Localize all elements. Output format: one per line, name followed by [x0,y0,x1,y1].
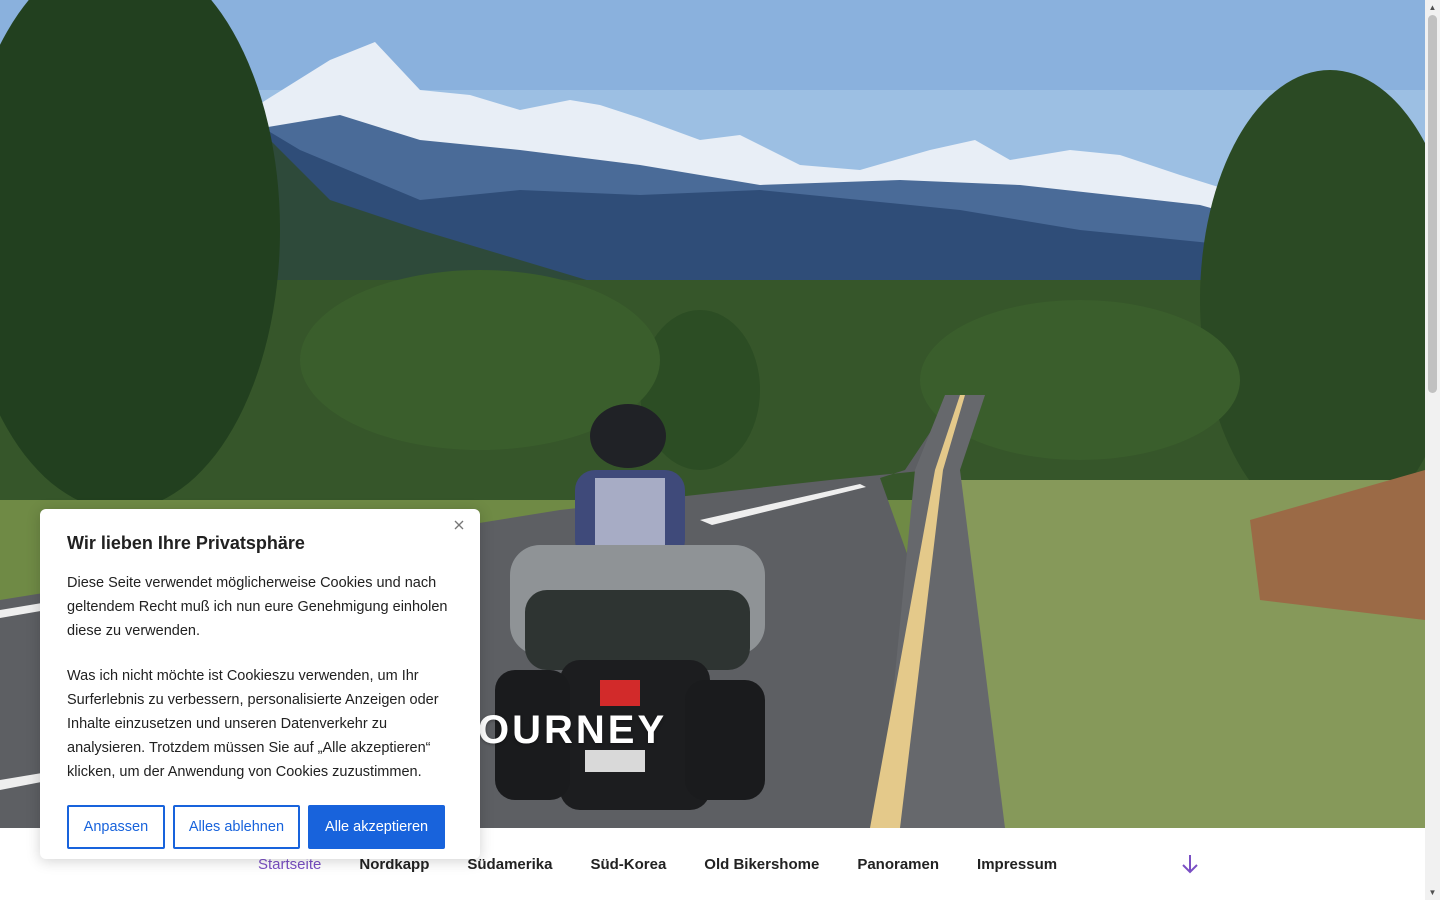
arrow-down-icon[interactable] [1178,852,1202,876]
close-icon[interactable] [452,518,466,532]
cookie-title: Wir lieben Ihre Privatsphäre [67,533,305,553]
nav-item-impressum[interactable]: Impressum [977,856,1057,873]
cookie-text-1: Diese Seite verwendet möglicherweise Coo… [67,575,448,639]
cookie-text-2: Was ich nicht möchte ist Cookieszu verwe… [67,668,439,780]
customize-button[interactable]: Anpassen [67,805,165,849]
site-title[interactable]: OURNEY [478,708,667,753]
scrollbar-thumb[interactable] [1428,15,1437,393]
nav-item-panoramen[interactable]: Panoramen [857,856,939,873]
scroll-up-icon[interactable]: ▲ [1425,0,1440,15]
reject-all-button[interactable]: Alles ablehnen [172,805,301,849]
page-scrollbar[interactable]: ▲ ▼ [1425,0,1440,900]
cookie-button-group: Anpassen Alles ablehnen Alle akzeptieren [67,805,453,849]
accept-all-button[interactable]: Alle akzeptieren [308,805,445,849]
nav-item-sued-korea[interactable]: Süd-Korea [590,856,666,873]
nav-item-old-bikershome[interactable]: Old Bikershome [704,856,819,873]
scroll-down-icon[interactable]: ▼ [1425,885,1440,900]
nav-item-suedamerika[interactable]: Südamerika [467,856,552,873]
cookie-consent-dialog: Wir lieben Ihre Privatsphäre Diese Seite… [40,509,480,859]
